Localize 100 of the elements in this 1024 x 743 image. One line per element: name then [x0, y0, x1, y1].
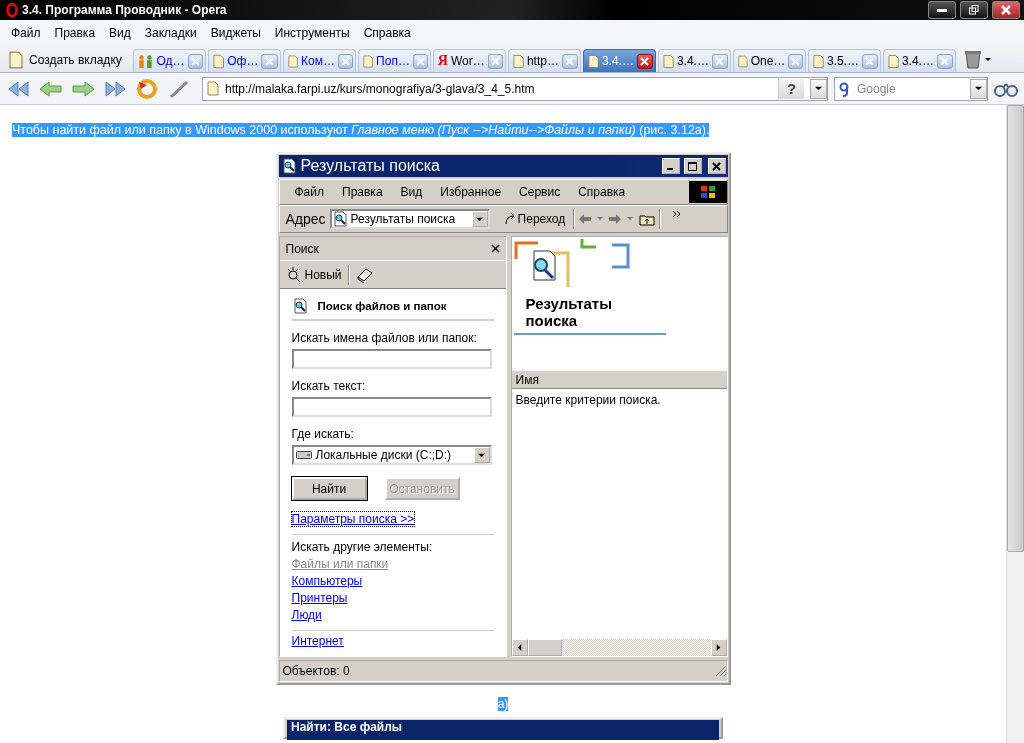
address-field[interactable]: http://malaka.farpi.uz/kurs/monografiya/3-glava/3_4_5.htm ?: [202, 76, 828, 101]
dropdown-button[interactable]: [810, 78, 827, 99]
input-field[interactable]: [291, 349, 492, 369]
new-tab-button[interactable]: Создать вкладку: [6, 47, 128, 72]
browser-tab[interactable]: Поп…: [357, 49, 431, 72]
search-box[interactable]: Google: [834, 76, 988, 101]
close-icon: [865, 56, 875, 66]
page-icon: [287, 53, 298, 69]
dialog-button[interactable]: Найти: [291, 477, 367, 500]
search-link[interactable]: Принтеры: [291, 591, 348, 605]
menu-item[interactable]: Файл: [4, 25, 48, 40]
browser-tab[interactable]: Оф…: [207, 49, 281, 72]
dropdown-arrow-icon: [476, 215, 484, 223]
figure-caption: а): [497, 697, 509, 711]
tab-label: Оф…: [227, 54, 259, 68]
page-icon: [512, 53, 524, 69]
tab-label: Wor…: [450, 54, 485, 68]
back-arrow-icon[interactable]: [579, 213, 606, 225]
page-icon: [587, 53, 599, 69]
section-label: Искать другие элементы:: [291, 540, 434, 554]
resize-grip-icon: [714, 665, 727, 677]
go-arrow-icon: [503, 213, 516, 225]
reload-icon[interactable]: [134, 77, 160, 100]
dropdown-arrow-icon: [975, 85, 982, 92]
menu-item[interactable]: Закладки: [137, 25, 204, 40]
menu-item[interactable]: Справка: [569, 185, 635, 199]
new-search-button[interactable]: Новый: [285, 266, 342, 283]
close-icon: [640, 56, 650, 66]
browser-tab[interactable]: 3.4.…: [582, 49, 656, 72]
maximize-button[interactable]: [683, 158, 702, 174]
dropdown-button[interactable]: [970, 78, 987, 99]
go-button[interactable]: Переход: [499, 212, 570, 226]
tab-label: 3.4.…: [901, 54, 934, 68]
browser-tab[interactable]: 3.4.…: [657, 49, 731, 72]
paragraph: Чтобы найти файл или папку в Windows 2000 используют Главное меню (Пуск -->Найти-->Файлы и папки) (рис. 3.12а).: [12, 123, 710, 137]
menu-item[interactable]: Вид: [102, 25, 138, 40]
browser-tab[interactable]: One…: [732, 49, 806, 72]
menu-item[interactable]: Правка: [47, 25, 103, 40]
help-button[interactable]: ?: [778, 78, 804, 99]
browser-tab[interactable]: Я Wor…: [432, 49, 506, 72]
book-icon[interactable]: [355, 266, 374, 283]
people-icon: [137, 53, 154, 69]
close-button[interactable]: [992, 1, 1020, 19]
scroll-left-button[interactable]: [511, 639, 528, 656]
back-arrow-icon[interactable]: [38, 78, 64, 99]
menu-item[interactable]: Справка: [356, 25, 418, 40]
menu-item[interactable]: Вид: [391, 185, 432, 199]
browser-tab[interactable]: Од…: [132, 49, 206, 72]
search-document-icon: [291, 298, 308, 314]
tab-label: Поп…: [376, 54, 410, 68]
menu-item[interactable]: Инструменты: [267, 25, 357, 40]
results-message: Введите критерии поиска.: [514, 392, 662, 409]
close-icon: [791, 56, 801, 66]
browser-tab[interactable]: http…: [507, 49, 581, 72]
minimize-button[interactable]: [928, 1, 956, 19]
internet-link[interactable]: Интернет: [291, 634, 344, 648]
close-icon: [490, 56, 500, 66]
close-icon: [265, 56, 275, 66]
menu-item[interactable]: Сервис: [510, 185, 570, 199]
field-label: Искать имена файлов или папок:: [291, 331, 478, 345]
browser-tab[interactable]: Ком…: [282, 49, 356, 72]
input-field[interactable]: [291, 397, 492, 417]
left-arrow-icon: [516, 644, 523, 651]
status-text: Объектов: 0: [282, 664, 350, 678]
page-icon: [662, 53, 674, 69]
restore-icon: [969, 5, 979, 15]
close-icon[interactable]: [490, 244, 500, 253]
trash-icon[interactable]: [962, 49, 993, 69]
drive-icon: [295, 450, 312, 460]
close-icon: [415, 56, 425, 66]
browser-tab[interactable]: 3.5.…: [807, 49, 881, 72]
scrollbar-thumb[interactable]: [1007, 105, 1024, 552]
dropdown-arrow-icon: [815, 85, 822, 92]
scroll-right-button[interactable]: [710, 639, 727, 656]
location-dropdown[interactable]: Локальные диски (C:;D:): [291, 445, 492, 465]
rewind-icon[interactable]: [6, 78, 32, 99]
search-link[interactable]: Компьютеры: [291, 574, 363, 588]
folder-up-icon[interactable]: [639, 212, 656, 226]
search-document-icon: [280, 158, 297, 174]
menu-item[interactable]: Правка: [333, 185, 392, 199]
browser-logo-icon: [6, 3, 18, 17]
chevron-icon[interactable]: [673, 210, 682, 218]
menu-item[interactable]: Файл: [285, 185, 333, 199]
search-link[interactable]: Люди: [291, 608, 322, 622]
menu-item[interactable]: Избранное: [431, 185, 511, 199]
tab-label: One…: [750, 54, 786, 68]
tab-label: http…: [526, 54, 559, 68]
restore-button[interactable]: [960, 1, 988, 19]
section-heading: Поиск файлов и папок: [317, 300, 447, 312]
forward-arrow-icon[interactable]: [70, 78, 96, 99]
window-title: 3.4. Программа Проводник - Opera: [22, 3, 228, 17]
browser-tab[interactable]: 3.4.…: [882, 49, 956, 72]
search-options-link[interactable]: Параметры поиска >>: [291, 512, 415, 526]
tab-label: 3.4.…: [601, 54, 634, 68]
windows-logo-icon: [688, 181, 727, 203]
address-dropdown[interactable]: Результаты поиска: [329, 209, 490, 229]
menu-item[interactable]: Виджеты: [203, 25, 268, 40]
tab-close-button[interactable]: [636, 53, 653, 69]
fast-forward-icon[interactable]: [102, 78, 128, 99]
page-icon: [737, 53, 748, 69]
